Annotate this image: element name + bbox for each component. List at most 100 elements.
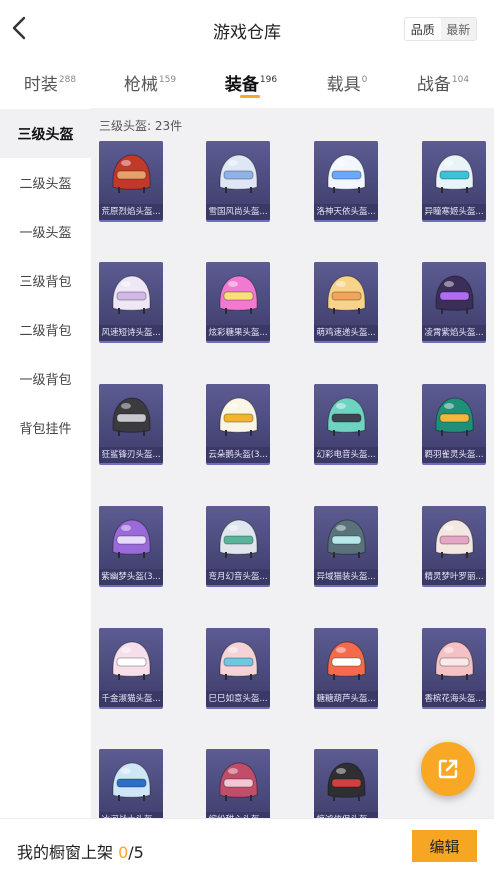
sort-toggle: 品质 最新 [404,17,477,41]
sidebar-item-level1-backpack[interactable]: 一级背包 [0,354,91,403]
item-name: 雪国风尚头盔... [206,204,270,220]
sidebar-item-backpack-pendant[interactable]: 背包挂件 [0,403,91,452]
helmet-icon [327,154,366,193]
helmet-item-card[interactable]: 炫彩糖果头盔... [206,262,270,341]
helmet-icon [327,519,366,558]
item-name: 云朵鹅头盔(3... [206,447,270,463]
item-name: 狂鲨锋刃头盔... [99,447,163,463]
item-name: 弯月幻音头盔... [206,569,270,585]
helmet-item-card[interactable]: 弯月幻音头盔... [206,506,270,585]
helmet-item-card[interactable]: 羁羽雀灵头盔... [422,384,486,463]
item-name: 萌鸡速递头盔... [314,325,378,341]
helmet-icon [112,641,151,680]
tab-count: 196 [259,75,278,85]
shelf-total-count: 5 [133,843,144,862]
edit-button[interactable]: 编辑 [412,830,477,862]
item-name: 香槟花海头盔... [422,691,486,707]
tab-vehicles[interactable]: 载具0 [327,70,368,95]
tab-guns[interactable]: 枪械159 [124,70,176,95]
active-tab-indicator [240,95,260,98]
helmet-item-card[interactable]: 冰河战士头盔... [99,749,163,818]
share-button[interactable] [421,742,475,796]
helmet-icon [219,641,258,680]
helmet-item-card[interactable]: 狂鲨锋刃头盔... [99,384,163,463]
item-name: 异域猫装头盔... [314,569,378,585]
helmet-item-card[interactable]: 雪国风尚头盔... [206,141,270,220]
helmet-item-card[interactable]: 洛神天依头盔... [314,141,378,220]
helmet-item-card[interactable]: 精灵梦叶罗丽... [422,506,486,585]
helmet-icon [435,275,474,314]
item-name: 洛神天依头盔... [314,204,378,220]
helmet-icon [435,641,474,680]
section-count-label: 三级头盔: 23件 [99,119,183,133]
tab-fashion[interactable]: 时装288 [24,70,76,95]
shelf-current-count: 0 [118,843,129,862]
sidebar-item-level1-helmet[interactable]: 一级头盔 [0,207,91,256]
helmet-icon [327,397,366,436]
helmet-item-card[interactable]: 幻彩电音头盔... [314,384,378,463]
helmet-icon [435,397,474,436]
helmet-icon [112,275,151,314]
item-name: 糖糖葫芦头盔... [314,691,378,707]
item-name: 千金淑猫头盔... [99,691,163,707]
helmet-item-card[interactable]: 异瞳寒姬头盔... [422,141,486,220]
helmet-item-card[interactable]: 巳巳如意头盔... [206,628,270,707]
helmet-icon [327,641,366,680]
helmet-icon [435,154,474,193]
helmet-icon [219,397,258,436]
helmet-item-card[interactable]: 风速短诗头盔... [99,262,163,341]
tab-label: 时装 [23,75,58,95]
helmet-item-card[interactable]: 萌鸡速递头盔... [314,262,378,341]
helmet-item-card[interactable]: 凌霄紫焰头盔... [422,262,486,341]
helmet-icon [112,397,151,436]
item-name: 异瞳寒姬头盔... [422,204,486,220]
sidebar-item-level3-backpack[interactable]: 三级背包 [0,256,91,305]
tab-label: 载具 [326,75,361,95]
item-name: 荒原烈焰头盔... [99,204,163,220]
sidebar-item-level3-helmet[interactable]: 三级头盔 [0,109,91,158]
tab-supplies[interactable]: 战备104 [417,70,469,95]
sort-quality-button[interactable]: 品质 [405,18,441,40]
app-header: 游戏仓库 品质 最新 [0,0,494,58]
item-name: 羁羽雀灵头盔... [422,447,486,463]
helmet-item-card[interactable]: 惊鸿侠侣头盔... [314,749,378,818]
item-grid: 三级头盔: 23件 荒原烈焰头盔... 雪国风尚头盔... 洛神天依头盔... 异瞳寒… [91,108,494,818]
helmet-item-card[interactable]: 荒原烈焰头盔... [99,141,163,220]
sidebar-item-level2-helmet[interactable]: 二级头盔 [0,158,91,207]
helmet-icon [112,762,151,801]
helmet-item-card[interactable]: 紫幽梦头盔(3... [99,506,163,585]
tab-label: 战备 [416,75,451,95]
sort-latest-button[interactable]: 最新 [441,18,477,40]
item-name: 紫幽梦头盔(3... [99,569,163,585]
sidebar: 三级头盔 二级头盔 一级头盔 三级背包 二级背包 一级背包 背包挂件 [0,108,91,818]
item-name: 幻彩电音头盔... [314,447,378,463]
bottom-bar: 我的橱窗上架 0/5 编辑 [0,818,494,875]
tab-label: 装备 [224,75,259,95]
helmet-icon [327,275,366,314]
item-name: 炫彩糖果头盔... [206,325,270,341]
shelf-label: 我的橱窗上架 [17,843,119,862]
helmet-icon [219,762,258,801]
helmet-icon [219,519,258,558]
helmet-item-card[interactable]: 异域猫装头盔... [314,506,378,585]
helmet-item-card[interactable]: 千金淑猫头盔... [99,628,163,707]
tab-count: 288 [58,75,77,85]
item-name: 凌霄紫焰头盔... [422,325,486,341]
item-name: 巳巳如意头盔... [206,691,270,707]
share-icon [438,759,458,779]
helmet-item-card[interactable]: 糖糖葫芦头盔... [314,628,378,707]
helmet-icon [219,154,258,193]
helmet-icon [112,154,151,193]
helmet-icon [112,519,151,558]
tab-label: 枪械 [123,75,158,95]
category-tabs: 时装288 枪械159 装备196 载具0 战备104 [0,64,494,104]
shelf-status: 我的橱窗上架 0/5 [17,839,144,863]
helmet-item-card[interactable]: 缤纷甜心头盔... [206,749,270,818]
item-name: 风速短诗头盔... [99,325,163,341]
tab-equipment[interactable]: 装备196 [225,70,277,95]
tab-count: 159 [158,75,177,85]
sidebar-item-level2-backpack[interactable]: 二级背包 [0,305,91,354]
helmet-item-card[interactable]: 云朵鹅头盔(3... [206,384,270,463]
helmet-icon [219,275,258,314]
helmet-item-card[interactable]: 香槟花海头盔... [422,628,486,707]
